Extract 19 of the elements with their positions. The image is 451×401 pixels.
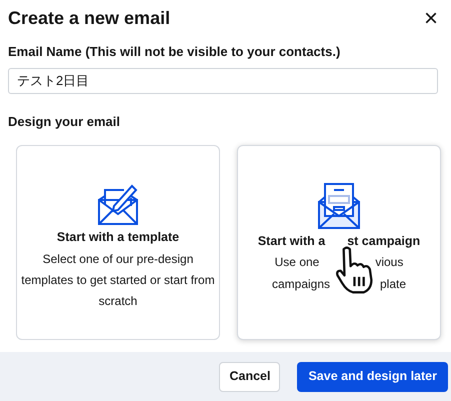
card-description: Select one of our pre-design templates to get started or start from scratch	[21, 250, 215, 310]
design-option-card[interactable]: Start with a template Select one of our pre-design templates to get started or start from scratch	[16, 145, 220, 340]
card-description: vious	[375, 254, 404, 271]
card-title: Start with a	[258, 233, 326, 250]
design-option-card[interactable]: Start with a st campaign Use one vious campaigns plate	[237, 145, 441, 340]
card-description: campaigns	[272, 276, 330, 293]
cancel-button[interactable]: Cancel	[219, 362, 280, 392]
dialog-title: Create a new email	[8, 7, 170, 30]
close-button[interactable]: ×	[421, 8, 441, 28]
card-description: plate	[380, 276, 406, 293]
card-title: st campaign	[347, 233, 420, 250]
envelope-letter-icon	[315, 182, 363, 230]
section-label: Design your email	[8, 112, 121, 131]
card-title: Start with a template	[56, 229, 180, 246]
save-button[interactable]: Save and design later	[297, 362, 448, 392]
email-name-field[interactable]: テスト2日目	[8, 68, 438, 94]
card-description: Use one	[274, 254, 320, 271]
field-label: Email Name (This will not be visible to your contacts.)	[8, 43, 342, 61]
envelope-pencil-icon	[96, 182, 140, 226]
